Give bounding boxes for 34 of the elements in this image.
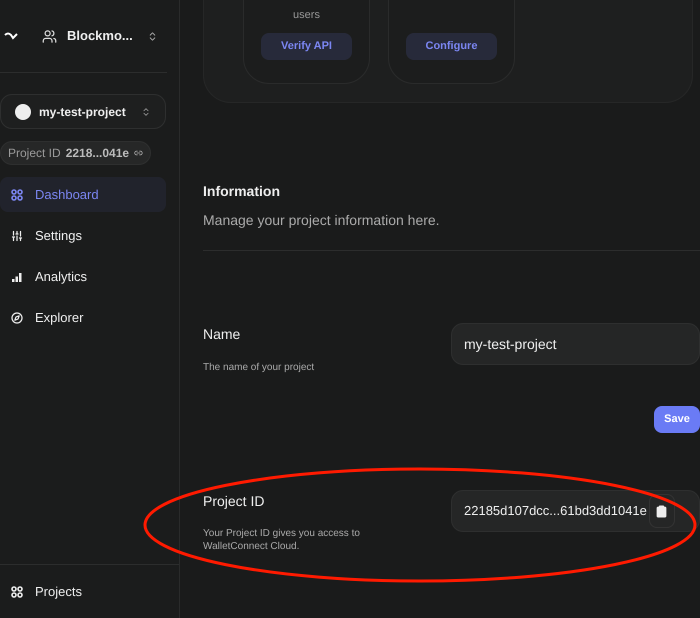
field-hint: Your Project ID gives you access to WalletConnect Cloud.	[203, 527, 361, 553]
field-label: Name	[203, 325, 242, 344]
compass-icon	[11, 312, 23, 324]
card-button[interactable]: Configure	[406, 33, 497, 60]
name-field[interactable]: my-test-project	[451, 323, 700, 365]
field-label: Project ID	[203, 492, 264, 511]
section-title: Information	[203, 182, 281, 201]
field-hint: The name of your project	[203, 361, 316, 375]
organization-name[interactable]: Blockmo...	[67, 26, 133, 46]
project-avatar-icon	[15, 104, 31, 120]
nav-item[interactable]: Projects	[0, 582, 93, 602]
nav-item[interactable]: Dashboard	[0, 177, 166, 212]
link-icon	[134, 148, 143, 158]
grid-icon	[11, 188, 23, 200]
sliders-icon	[11, 230, 23, 242]
card-button[interactable]: Verify API	[261, 33, 352, 60]
nav-item[interactable]: Settings	[0, 218, 166, 253]
logo-icon	[4, 32, 18, 40]
project-id-label: Project ID	[8, 145, 61, 162]
clipboard-icon	[655, 504, 668, 518]
project-id-chip[interactable]: Project ID 2218...041e	[0, 141, 151, 165]
section-subtitle: Manage your project information here.	[203, 211, 441, 230]
bar-chart-icon	[11, 270, 23, 282]
project-selector[interactable]: my-test-project	[0, 94, 166, 129]
grid-icon	[11, 586, 23, 598]
project-id-value: 2218...041e	[66, 145, 130, 162]
save-button[interactable]: Save	[654, 406, 700, 433]
card-description: users	[293, 8, 320, 22]
copy-button[interactable]	[648, 494, 675, 528]
chevrons-icon	[141, 106, 151, 116]
nav-item[interactable]: Explorer	[0, 300, 166, 335]
nav-item[interactable]: Analytics	[0, 259, 166, 294]
team-icon	[42, 28, 57, 44]
project-id-field[interactable]: 22185d107dcc...61bd3dd1041e	[451, 490, 700, 532]
